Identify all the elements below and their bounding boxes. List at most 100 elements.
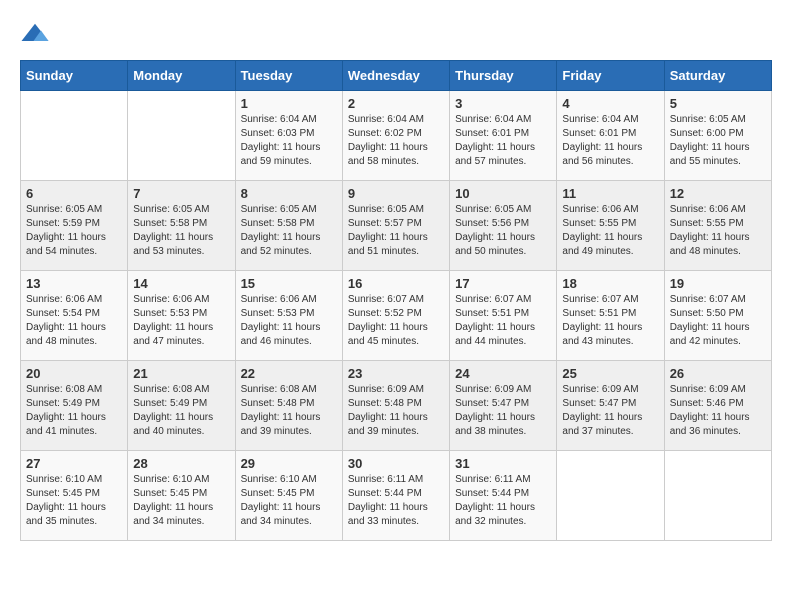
day-number: 10: [455, 186, 551, 201]
day-number: 1: [241, 96, 337, 111]
day-cell: 13 Sunrise: 6:06 AM Sunset: 5:54 PM Dayli…: [21, 271, 128, 361]
day-info: Sunrise: 6:06 AM Sunset: 5:54 PM Dayligh…: [26, 293, 122, 349]
day-info: Sunrise: 6:04 AM Sunset: 6:02 PM Dayligh…: [348, 113, 444, 169]
page-header: [20, 20, 772, 50]
day-cell: 28 Sunrise: 6:10 AM Sunset: 5:45 PM Dayli…: [128, 451, 235, 541]
day-cell: 12 Sunrise: 6:06 AM Sunset: 5:55 PM Dayli…: [664, 181, 771, 271]
day-number: 24: [455, 366, 551, 381]
header-wednesday: Wednesday: [342, 61, 449, 91]
week-row-1: 6 Sunrise: 6:05 AM Sunset: 5:59 PM Daylig…: [21, 181, 772, 271]
logo: [20, 20, 54, 50]
day-info: Sunrise: 6:08 AM Sunset: 5:49 PM Dayligh…: [133, 383, 229, 439]
day-number: 29: [241, 456, 337, 471]
day-info: Sunrise: 6:09 AM Sunset: 5:48 PM Dayligh…: [348, 383, 444, 439]
day-number: 21: [133, 366, 229, 381]
day-info: Sunrise: 6:08 AM Sunset: 5:48 PM Dayligh…: [241, 383, 337, 439]
header-thursday: Thursday: [450, 61, 557, 91]
day-info: Sunrise: 6:04 AM Sunset: 6:03 PM Dayligh…: [241, 113, 337, 169]
day-number: 17: [455, 276, 551, 291]
day-number: 12: [670, 186, 766, 201]
day-number: 26: [670, 366, 766, 381]
day-number: 6: [26, 186, 122, 201]
day-cell: 10 Sunrise: 6:05 AM Sunset: 5:56 PM Dayli…: [450, 181, 557, 271]
day-info: Sunrise: 6:07 AM Sunset: 5:51 PM Dayligh…: [455, 293, 551, 349]
day-number: 8: [241, 186, 337, 201]
day-info: Sunrise: 6:05 AM Sunset: 5:58 PM Dayligh…: [241, 203, 337, 259]
day-cell: 21 Sunrise: 6:08 AM Sunset: 5:49 PM Dayli…: [128, 361, 235, 451]
day-cell: 23 Sunrise: 6:09 AM Sunset: 5:48 PM Dayli…: [342, 361, 449, 451]
day-info: Sunrise: 6:06 AM Sunset: 5:55 PM Dayligh…: [670, 203, 766, 259]
day-info: Sunrise: 6:06 AM Sunset: 5:53 PM Dayligh…: [241, 293, 337, 349]
logo-icon: [20, 20, 50, 50]
day-number: 19: [670, 276, 766, 291]
day-info: Sunrise: 6:07 AM Sunset: 5:51 PM Dayligh…: [562, 293, 658, 349]
header-friday: Friday: [557, 61, 664, 91]
day-cell: 19 Sunrise: 6:07 AM Sunset: 5:50 PM Dayli…: [664, 271, 771, 361]
day-info: Sunrise: 6:07 AM Sunset: 5:50 PM Dayligh…: [670, 293, 766, 349]
week-row-2: 13 Sunrise: 6:06 AM Sunset: 5:54 PM Dayli…: [21, 271, 772, 361]
day-number: 9: [348, 186, 444, 201]
day-number: 2: [348, 96, 444, 111]
day-info: Sunrise: 6:10 AM Sunset: 5:45 PM Dayligh…: [241, 473, 337, 529]
day-number: 23: [348, 366, 444, 381]
day-info: Sunrise: 6:10 AM Sunset: 5:45 PM Dayligh…: [133, 473, 229, 529]
day-number: 5: [670, 96, 766, 111]
day-cell: 22Sunrise: 6:08 AM Sunset: 5:48 PM Dayli…: [235, 361, 342, 451]
day-info: Sunrise: 6:06 AM Sunset: 5:53 PM Dayligh…: [133, 293, 229, 349]
day-cell: 4 Sunrise: 6:04 AM Sunset: 6:01 PM Daylig…: [557, 91, 664, 181]
day-info: Sunrise: 6:04 AM Sunset: 6:01 PM Dayligh…: [455, 113, 551, 169]
day-number: 14: [133, 276, 229, 291]
day-number: 31: [455, 456, 551, 471]
day-cell: 25 Sunrise: 6:09 AM Sunset: 5:47 PM Dayli…: [557, 361, 664, 451]
day-cell: 8 Sunrise: 6:05 AM Sunset: 5:58 PM Daylig…: [235, 181, 342, 271]
day-number: 18: [562, 276, 658, 291]
day-number: 4: [562, 96, 658, 111]
day-number: 30: [348, 456, 444, 471]
day-number: 27: [26, 456, 122, 471]
week-row-4: 27 Sunrise: 6:10 AM Sunset: 5:45 PM Dayli…: [21, 451, 772, 541]
day-number: 16: [348, 276, 444, 291]
day-number: 11: [562, 186, 658, 201]
day-cell: [128, 91, 235, 181]
day-number: 13: [26, 276, 122, 291]
day-cell: 29 Sunrise: 6:10 AM Sunset: 5:45 PM Dayli…: [235, 451, 342, 541]
day-number: 7: [133, 186, 229, 201]
day-number: 28: [133, 456, 229, 471]
day-cell: 5Sunrise: 6:05 AM Sunset: 6:00 PM Daylig…: [664, 91, 771, 181]
day-cell: 20Sunrise: 6:08 AM Sunset: 5:49 PM Dayli…: [21, 361, 128, 451]
week-row-3: 20 Sunrise: 6:08 AM Sunset: 5:49 PM Dayli…: [21, 361, 772, 451]
day-cell: 7 Sunrise: 6:05 AM Sunset: 5:58 PM Daylig…: [128, 181, 235, 271]
header-saturday: Saturday: [664, 61, 771, 91]
day-cell: 24 Sunrise: 6:09 AM Sunset: 5:47 PM Dayli…: [450, 361, 557, 451]
day-cell: 18 Sunrise: 6:07 AM Sunset: 5:51 PM Dayli…: [557, 271, 664, 361]
header-tuesday: Tuesday: [235, 61, 342, 91]
day-info: Sunrise: 6:06 AM Sunset: 5:55 PM Dayligh…: [562, 203, 658, 259]
day-info: Sunrise: 6:05 AM Sunset: 5:56 PM Dayligh…: [455, 203, 551, 259]
day-info: Sunrise: 6:09 AM Sunset: 5:46 PM Dayligh…: [670, 383, 766, 439]
day-info: Sunrise: 6:10 AM Sunset: 5:45 PM Dayligh…: [26, 473, 122, 529]
day-cell: [557, 451, 664, 541]
day-cell: 31 Sunrise: 6:11 AM Sunset: 5:44 PM Dayli…: [450, 451, 557, 541]
day-cell: [664, 451, 771, 541]
day-info: Sunrise: 6:05 AM Sunset: 5:57 PM Dayligh…: [348, 203, 444, 259]
day-number: 20: [26, 366, 122, 381]
day-cell: 30Sunrise: 6:11 AM Sunset: 5:44 PM Dayli…: [342, 451, 449, 541]
day-cell: 3Sunrise: 6:04 AM Sunset: 6:01 PM Daylig…: [450, 91, 557, 181]
days-header-row: SundayMondayTuesdayWednesdayThursdayFrid…: [21, 61, 772, 91]
day-info: Sunrise: 6:09 AM Sunset: 5:47 PM Dayligh…: [562, 383, 658, 439]
day-cell: 6 Sunrise: 6:05 AM Sunset: 5:59 PM Daylig…: [21, 181, 128, 271]
day-cell: 17 Sunrise: 6:07 AM Sunset: 5:51 PM Dayli…: [450, 271, 557, 361]
day-cell: 1 Sunrise: 6:04 AM Sunset: 6:03 PM Daylig…: [235, 91, 342, 181]
day-cell: [21, 91, 128, 181]
week-row-0: 1 Sunrise: 6:04 AM Sunset: 6:03 PM Daylig…: [21, 91, 772, 181]
day-cell: 26 Sunrise: 6:09 AM Sunset: 5:46 PM Dayli…: [664, 361, 771, 451]
day-info: Sunrise: 6:11 AM Sunset: 5:44 PM Dayligh…: [455, 473, 551, 529]
header-sunday: Sunday: [21, 61, 128, 91]
calendar-table: SundayMondayTuesdayWednesdayThursdayFrid…: [20, 60, 772, 541]
day-info: Sunrise: 6:09 AM Sunset: 5:47 PM Dayligh…: [455, 383, 551, 439]
day-info: Sunrise: 6:04 AM Sunset: 6:01 PM Dayligh…: [562, 113, 658, 169]
day-info: Sunrise: 6:05 AM Sunset: 5:59 PM Dayligh…: [26, 203, 122, 259]
day-number: 25: [562, 366, 658, 381]
day-info: Sunrise: 6:05 AM Sunset: 5:58 PM Dayligh…: [133, 203, 229, 259]
day-cell: 9 Sunrise: 6:05 AM Sunset: 5:57 PM Daylig…: [342, 181, 449, 271]
